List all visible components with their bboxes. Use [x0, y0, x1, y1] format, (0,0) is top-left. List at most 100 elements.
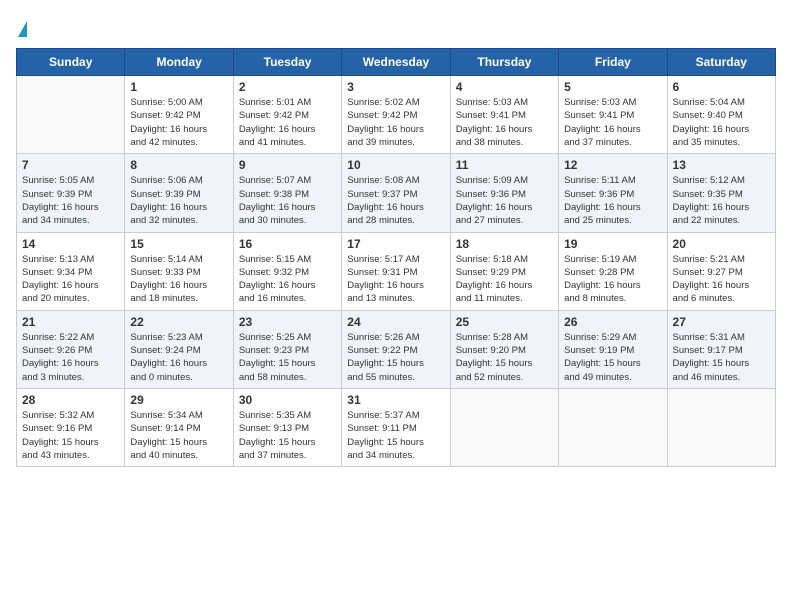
day-number: 4 — [456, 80, 553, 94]
calendar-week-row: 28 Sunrise: 5:32 AMSunset: 9:16 PMDayligh… — [17, 388, 776, 466]
page-header — [16, 16, 776, 40]
calendar-week-row: 14Sunrise: 5:13 AMSunset: 9:34 PMDayligh… — [17, 232, 776, 310]
day-number: 26 — [564, 315, 661, 329]
day-number: 12 — [564, 158, 661, 172]
calendar-cell: 31Sunrise: 5:37 AMSunset: 9:11 PMDayligh… — [342, 388, 450, 466]
day-number: 17 — [347, 237, 444, 251]
day-info: Sunrise: 5:04 AMSunset: 9:40 PMDaylight:… — [673, 96, 770, 149]
calendar-cell: 6 Sunrise: 5:04 AMSunset: 9:40 PMDaylight… — [667, 76, 775, 154]
day-info: Sunrise: 5:06 AMSunset: 9:39 PMDaylight:… — [130, 174, 227, 227]
day-info: Sunrise: 5:19 AMSunset: 9:28 PMDaylight:… — [564, 253, 661, 306]
day-info: Sunrise: 5:07 AMSunset: 9:38 PMDaylight:… — [239, 174, 336, 227]
day-info: Sunrise: 5:22 AMSunset: 9:26 PMDaylight:… — [22, 331, 119, 384]
calendar-cell — [559, 388, 667, 466]
weekday-wednesday: Wednesday — [342, 49, 450, 76]
weekday-monday: Monday — [125, 49, 233, 76]
calendar-cell: 8 Sunrise: 5:06 AMSunset: 9:39 PMDaylight… — [125, 154, 233, 232]
weekday-sunday: Sunday — [17, 49, 125, 76]
day-number: 27 — [673, 315, 770, 329]
calendar-cell: 16 Sunrise: 5:15 AMSunset: 9:32 PMDayligh… — [233, 232, 341, 310]
day-info: Sunrise: 5:03 AMSunset: 9:41 PMDaylight:… — [456, 96, 553, 149]
day-number: 2 — [239, 80, 336, 94]
day-number: 8 — [130, 158, 227, 172]
calendar-cell — [450, 388, 558, 466]
day-info: Sunrise: 5:35 AMSunset: 9:13 PMDaylight:… — [239, 409, 336, 462]
calendar-cell: 3 Sunrise: 5:02 AMSunset: 9:42 PMDaylight… — [342, 76, 450, 154]
day-info: Sunrise: 5:32 AMSunset: 9:16 PMDaylight:… — [22, 409, 119, 462]
day-number: 31 — [347, 393, 444, 407]
day-number: 16 — [239, 237, 336, 251]
day-info: Sunrise: 5:31 AMSunset: 9:17 PMDaylight:… — [673, 331, 770, 384]
calendar-cell: 9 Sunrise: 5:07 AMSunset: 9:38 PMDaylight… — [233, 154, 341, 232]
calendar-cell: 12Sunrise: 5:11 AMSunset: 9:36 PMDayligh… — [559, 154, 667, 232]
calendar-cell: 26 Sunrise: 5:29 AMSunset: 9:19 PMDayligh… — [559, 310, 667, 388]
calendar-cell: 18 Sunrise: 5:18 AMSunset: 9:29 PMDayligh… — [450, 232, 558, 310]
calendar-cell: 24 Sunrise: 5:26 AMSunset: 9:22 PMDayligh… — [342, 310, 450, 388]
day-info: Sunrise: 5:05 AMSunset: 9:39 PMDaylight:… — [22, 174, 119, 227]
day-info: Sunrise: 5:34 AMSunset: 9:14 PMDaylight:… — [130, 409, 227, 462]
calendar-cell: 11Sunrise: 5:09 AMSunset: 9:36 PMDayligh… — [450, 154, 558, 232]
day-number: 21 — [22, 315, 119, 329]
day-info: Sunrise: 5:25 AMSunset: 9:23 PMDaylight:… — [239, 331, 336, 384]
calendar-cell: 2 Sunrise: 5:01 AMSunset: 9:42 PMDaylight… — [233, 76, 341, 154]
calendar-cell: 28 Sunrise: 5:32 AMSunset: 9:16 PMDayligh… — [17, 388, 125, 466]
calendar-cell: 15 Sunrise: 5:14 AMSunset: 9:33 PMDayligh… — [125, 232, 233, 310]
calendar-cell: 29 Sunrise: 5:34 AMSunset: 9:14 PMDayligh… — [125, 388, 233, 466]
calendar-cell — [17, 76, 125, 154]
calendar-cell: 17Sunrise: 5:17 AMSunset: 9:31 PMDayligh… — [342, 232, 450, 310]
calendar-week-row: 7 Sunrise: 5:05 AMSunset: 9:39 PMDaylight… — [17, 154, 776, 232]
weekday-friday: Friday — [559, 49, 667, 76]
day-number: 15 — [130, 237, 227, 251]
day-info: Sunrise: 5:13 AMSunset: 9:34 PMDaylight:… — [22, 253, 119, 306]
calendar-cell: 19Sunrise: 5:19 AMSunset: 9:28 PMDayligh… — [559, 232, 667, 310]
calendar-cell: 7 Sunrise: 5:05 AMSunset: 9:39 PMDaylight… — [17, 154, 125, 232]
day-info: Sunrise: 5:02 AMSunset: 9:42 PMDaylight:… — [347, 96, 444, 149]
day-number: 23 — [239, 315, 336, 329]
calendar-cell: 25 Sunrise: 5:28 AMSunset: 9:20 PMDayligh… — [450, 310, 558, 388]
day-number: 20 — [673, 237, 770, 251]
calendar-week-row: 1Sunrise: 5:00 AMSunset: 9:42 PMDaylight… — [17, 76, 776, 154]
calendar-cell: 21 Sunrise: 5:22 AMSunset: 9:26 PMDayligh… — [17, 310, 125, 388]
calendar-cell: 20 Sunrise: 5:21 AMSunset: 9:27 PMDayligh… — [667, 232, 775, 310]
weekday-saturday: Saturday — [667, 49, 775, 76]
calendar-table: SundayMondayTuesdayWednesdayThursdayFrid… — [16, 48, 776, 467]
day-info: Sunrise: 5:23 AMSunset: 9:24 PMDaylight:… — [130, 331, 227, 384]
day-info: Sunrise: 5:14 AMSunset: 9:33 PMDaylight:… — [130, 253, 227, 306]
logo — [16, 16, 27, 40]
day-number: 1 — [130, 80, 227, 94]
day-number: 25 — [456, 315, 553, 329]
calendar-cell — [667, 388, 775, 466]
calendar-cell: 23 Sunrise: 5:25 AMSunset: 9:23 PMDayligh… — [233, 310, 341, 388]
day-info: Sunrise: 5:15 AMSunset: 9:32 PMDaylight:… — [239, 253, 336, 306]
logo-triangle-icon — [18, 21, 27, 37]
weekday-thursday: Thursday — [450, 49, 558, 76]
day-info: Sunrise: 5:28 AMSunset: 9:20 PMDaylight:… — [456, 331, 553, 384]
calendar-cell: 10Sunrise: 5:08 AMSunset: 9:37 PMDayligh… — [342, 154, 450, 232]
calendar-cell: 5Sunrise: 5:03 AMSunset: 9:41 PMDaylight… — [559, 76, 667, 154]
calendar-cell: 4 Sunrise: 5:03 AMSunset: 9:41 PMDaylight… — [450, 76, 558, 154]
calendar-cell: 30 Sunrise: 5:35 AMSunset: 9:13 PMDayligh… — [233, 388, 341, 466]
day-number: 30 — [239, 393, 336, 407]
day-info: Sunrise: 5:21 AMSunset: 9:27 PMDaylight:… — [673, 253, 770, 306]
day-info: Sunrise: 5:08 AMSunset: 9:37 PMDaylight:… — [347, 174, 444, 227]
day-info: Sunrise: 5:09 AMSunset: 9:36 PMDaylight:… — [456, 174, 553, 227]
day-number: 7 — [22, 158, 119, 172]
day-number: 24 — [347, 315, 444, 329]
day-number: 22 — [130, 315, 227, 329]
day-number: 18 — [456, 237, 553, 251]
day-info: Sunrise: 5:29 AMSunset: 9:19 PMDaylight:… — [564, 331, 661, 384]
day-number: 28 — [22, 393, 119, 407]
weekday-header-row: SundayMondayTuesdayWednesdayThursdayFrid… — [17, 49, 776, 76]
calendar-cell: 1Sunrise: 5:00 AMSunset: 9:42 PMDaylight… — [125, 76, 233, 154]
day-number: 3 — [347, 80, 444, 94]
day-info: Sunrise: 5:18 AMSunset: 9:29 PMDaylight:… — [456, 253, 553, 306]
calendar-cell: 13Sunrise: 5:12 AMSunset: 9:35 PMDayligh… — [667, 154, 775, 232]
day-info: Sunrise: 5:26 AMSunset: 9:22 PMDaylight:… — [347, 331, 444, 384]
weekday-tuesday: Tuesday — [233, 49, 341, 76]
calendar-cell: 27 Sunrise: 5:31 AMSunset: 9:17 PMDayligh… — [667, 310, 775, 388]
day-number: 29 — [130, 393, 227, 407]
calendar-cell: 14Sunrise: 5:13 AMSunset: 9:34 PMDayligh… — [17, 232, 125, 310]
day-info: Sunrise: 5:01 AMSunset: 9:42 PMDaylight:… — [239, 96, 336, 149]
day-number: 6 — [673, 80, 770, 94]
day-number: 9 — [239, 158, 336, 172]
